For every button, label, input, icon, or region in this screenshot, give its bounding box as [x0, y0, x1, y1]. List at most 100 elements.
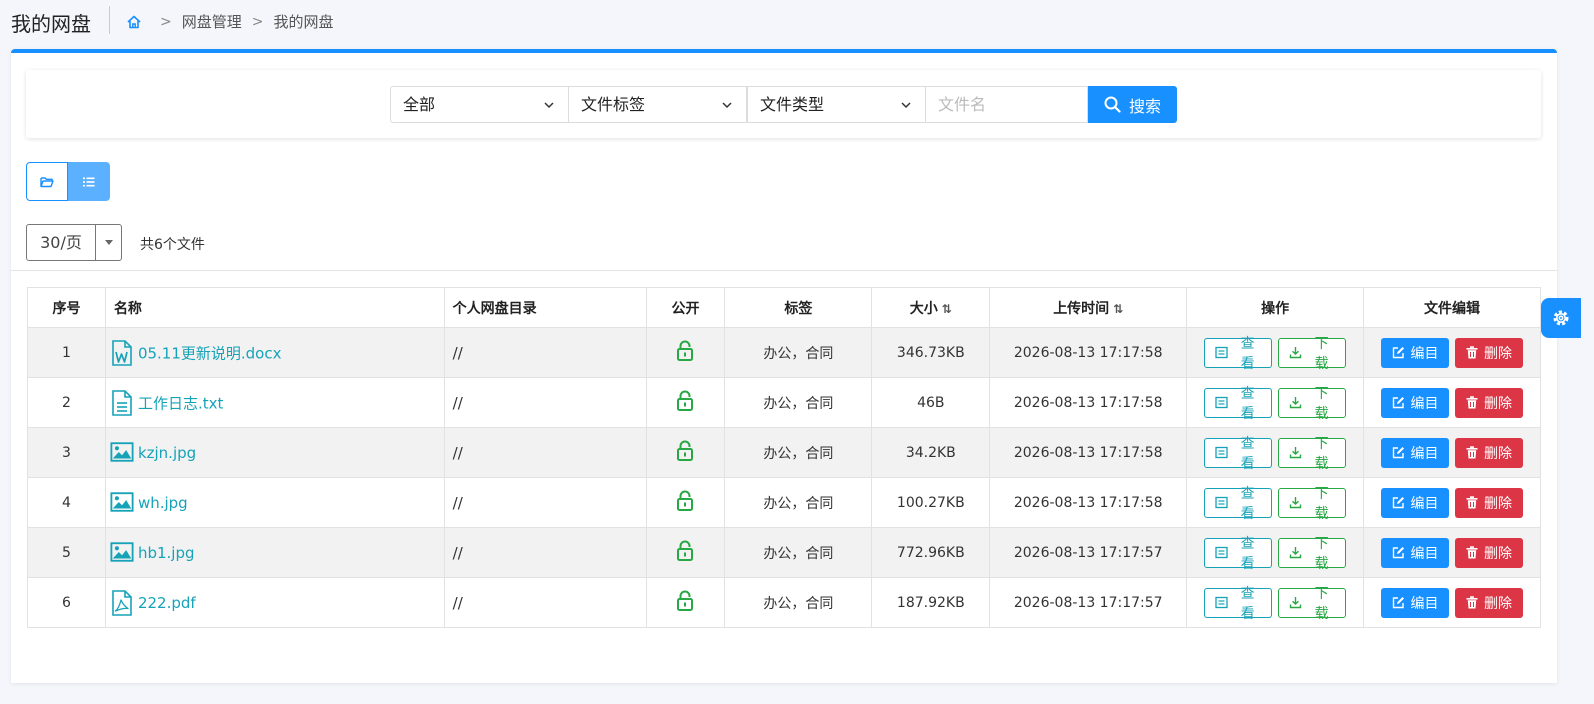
- catalog-button[interactable]: 编目: [1381, 337, 1450, 368]
- download-icon: [1289, 346, 1302, 359]
- row-uploaded: 2026-08-13 17:17:57: [989, 577, 1188, 628]
- unlock-icon[interactable]: [675, 490, 695, 516]
- edit-icon: [1392, 346, 1405, 359]
- view-button-label: 查看: [1240, 335, 1255, 372]
- edit-icon: [1392, 446, 1405, 459]
- file-name-link[interactable]: 05.11更新说明.docx: [138, 344, 282, 362]
- trash-icon: [1466, 446, 1478, 459]
- row-tags: 办公，合同: [724, 577, 873, 628]
- unlock-icon[interactable]: [675, 590, 695, 616]
- catalog-button-label: 编目: [1410, 495, 1439, 512]
- row-actions-cell: 查看 下载: [1186, 327, 1365, 378]
- col-actions: 操作: [1186, 287, 1365, 328]
- chevron-right-icon: >: [251, 13, 264, 30]
- table-row: 1 05.11更新说明.docx // 办公，合同 346.73KB 2026-08-13…: [27, 327, 1541, 378]
- trash-icon: [1466, 496, 1478, 509]
- row-index: 5: [27, 527, 106, 578]
- download-button-label: 下载: [1314, 435, 1329, 472]
- catalog-button[interactable]: 编目: [1381, 537, 1450, 568]
- download-button[interactable]: 下载: [1278, 436, 1347, 472]
- download-button[interactable]: 下载: [1278, 486, 1347, 522]
- download-button[interactable]: 下载: [1278, 586, 1347, 622]
- download-button[interactable]: 下载: [1278, 336, 1347, 372]
- settings-tab[interactable]: [1541, 298, 1581, 338]
- scope-select[interactable]: 全部: [390, 86, 569, 123]
- unlock-icon[interactable]: [675, 340, 695, 366]
- view-button[interactable]: 查看: [1204, 436, 1273, 472]
- col-uploaded-header[interactable]: 上传时间 ⇅: [989, 287, 1188, 328]
- col-size-header[interactable]: 大小 ⇅: [871, 287, 991, 328]
- row-index: 4: [27, 477, 106, 528]
- download-button[interactable]: 下载: [1278, 536, 1347, 572]
- sort-icon[interactable]: ⇅: [1113, 302, 1123, 316]
- row-edit-cell: 编目 删除: [1363, 477, 1541, 528]
- folder-view-button[interactable]: [26, 162, 68, 201]
- trash-icon: [1466, 596, 1478, 609]
- view-button[interactable]: 查看: [1204, 536, 1273, 572]
- delete-button[interactable]: 删除: [1455, 337, 1524, 368]
- unlock-icon[interactable]: [675, 540, 695, 566]
- row-size: 346.73KB: [871, 327, 991, 378]
- unlock-icon[interactable]: [675, 440, 695, 466]
- row-public-cell: [645, 527, 726, 578]
- unlock-icon[interactable]: [675, 390, 695, 416]
- home-icon[interactable]: [126, 14, 142, 30]
- catalog-button[interactable]: 编目: [1381, 387, 1450, 418]
- file-name-link[interactable]: hb1.jpg: [138, 544, 195, 562]
- download-icon: [1289, 396, 1302, 409]
- view-button[interactable]: 查看: [1204, 386, 1273, 422]
- catalog-button-label: 编目: [1410, 345, 1439, 362]
- row-public-cell: [645, 427, 726, 478]
- file-name-link[interactable]: wh.jpg: [138, 494, 188, 512]
- delete-button[interactable]: 删除: [1455, 387, 1524, 418]
- view-button[interactable]: 查看: [1204, 486, 1273, 522]
- row-size: 187.92KB: [871, 577, 991, 628]
- page-size-dropdown[interactable]: [96, 225, 121, 260]
- row-tags: 办公，合同: [724, 427, 873, 478]
- delete-button-label: 删除: [1484, 395, 1513, 412]
- delete-button[interactable]: 删除: [1455, 537, 1524, 568]
- search-button[interactable]: 搜索: [1088, 86, 1177, 123]
- row-actions-cell: 查看 下载: [1186, 427, 1365, 478]
- page-size-select[interactable]: 30/页: [26, 224, 122, 261]
- image-file-icon: [110, 540, 134, 566]
- col-uploaded: 上传时间: [1053, 300, 1110, 317]
- filename-input[interactable]: [925, 86, 1088, 123]
- breadcrumb-item-my-cloud: 我的网盘: [273, 13, 334, 31]
- table-row: 2 工作日志.txt//办公，合同 46B 2026-08-13 17:17:58 查看…: [27, 377, 1541, 428]
- row-name-cell: 工作日志.txt: [104, 377, 445, 428]
- row-tags: 办公，合同: [724, 377, 873, 428]
- view-icon: [1215, 546, 1228, 559]
- catalog-button[interactable]: 编目: [1381, 587, 1450, 618]
- file-name-link[interactable]: kzjn.jpg: [138, 444, 196, 462]
- row-edit-cell: 编目 删除: [1363, 427, 1541, 478]
- download-button-label: 下载: [1314, 585, 1329, 622]
- type-select-value: 文件类型: [760, 95, 825, 114]
- catalog-button[interactable]: 编目: [1381, 437, 1450, 468]
- chevron-down-icon: [901, 102, 911, 109]
- download-icon: [1289, 596, 1302, 609]
- type-select[interactable]: 文件类型: [747, 86, 926, 123]
- file-name-link[interactable]: 工作日志.txt: [138, 394, 223, 412]
- row-tags: 办公，合同: [724, 477, 873, 528]
- search-panel: 全部 文件标签 文件类型 搜索: [26, 70, 1541, 138]
- chevron-down-icon: [722, 102, 732, 109]
- file-name-link[interactable]: 222.pdf: [138, 594, 196, 612]
- view-button[interactable]: 查看: [1204, 336, 1273, 372]
- delete-button-label: 删除: [1484, 445, 1513, 462]
- sort-icon[interactable]: ⇅: [942, 302, 952, 316]
- edit-icon: [1392, 496, 1405, 509]
- breadcrumb-item-cloud-management[interactable]: 网盘管理: [182, 11, 242, 32]
- image-file-icon: [110, 440, 134, 466]
- view-button-label: 查看: [1240, 435, 1255, 472]
- word-file-icon: [110, 339, 134, 366]
- view-button[interactable]: 查看: [1204, 586, 1273, 622]
- delete-button[interactable]: 删除: [1455, 487, 1524, 518]
- delete-button[interactable]: 删除: [1455, 437, 1524, 468]
- delete-button[interactable]: 删除: [1455, 587, 1524, 618]
- download-button[interactable]: 下载: [1278, 386, 1347, 422]
- caret-down-icon: [104, 240, 113, 245]
- catalog-button[interactable]: 编目: [1381, 487, 1450, 518]
- tag-select[interactable]: 文件标签: [568, 86, 747, 123]
- list-view-button[interactable]: [68, 162, 110, 201]
